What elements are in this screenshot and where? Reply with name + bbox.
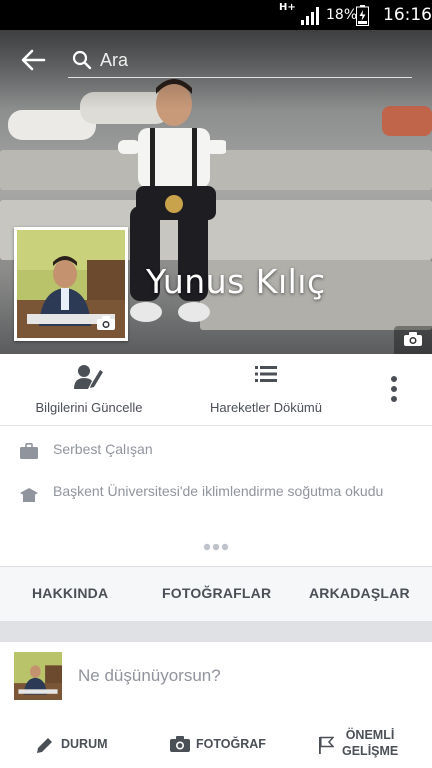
composer-actions: DURUM FOTOĞRAF ÖNEMLİ GELİŞME <box>0 722 432 768</box>
cover-camera-button[interactable] <box>394 326 432 354</box>
clock: 16:16 <box>383 5 432 25</box>
school-icon <box>20 488 38 502</box>
profile-name: Yunus Kılıç <box>146 262 326 301</box>
education-info: Başkent Üniversitesi'de iklimlendirme so… <box>0 482 432 522</box>
flag-icon <box>319 736 334 754</box>
more-horizontal-icon[interactable] <box>203 543 229 551</box>
tab-photos[interactable]: FOTOĞRAFLAR <box>162 585 271 601</box>
life-event-button[interactable]: ÖNEMLİ GELİŞME <box>318 722 418 768</box>
update-info-button[interactable]: Bilgilerini Güncelle <box>24 354 154 426</box>
cover-bg-seat <box>382 106 432 136</box>
battery-icon <box>356 5 369 26</box>
intro-section: Serbest Çalışan Başkent Üniversitesi'de … <box>0 426 432 566</box>
photo-label: FOTOĞRAF <box>196 737 266 751</box>
work-text: Serbest Çalışan <box>53 441 153 457</box>
pencil-icon <box>37 738 52 753</box>
briefcase-icon <box>20 443 38 459</box>
more-options-button[interactable] <box>380 354 410 426</box>
activity-log-button[interactable]: Hareketler Dökümü <box>196 354 336 426</box>
edit-profile-icon <box>74 365 103 389</box>
update-info-label: Bilgilerini Güncelle <box>35 400 143 415</box>
life-event-label: ÖNEMLİ GELİŞME <box>342 727 398 759</box>
status-button[interactable]: DURUM <box>36 722 116 768</box>
avatar <box>14 652 62 700</box>
section-divider <box>0 622 432 642</box>
profile-tabs: HAKKINDA FOTOĞRAFLAR ARKADAŞLAR <box>0 566 432 622</box>
battery-percent: 18% <box>326 7 358 23</box>
signal-icon <box>301 7 319 25</box>
network-indicator: H+ <box>279 2 296 13</box>
camera-icon <box>404 332 422 346</box>
more-vertical-icon <box>391 376 397 402</box>
photo-button[interactable]: FOTOĞRAF <box>170 722 270 768</box>
tab-about[interactable]: HAKKINDA <box>32 585 108 601</box>
work-info: Serbest Çalışan <box>0 440 432 464</box>
education-text: Başkent Üniversitesi'de iklimlendirme so… <box>53 483 384 499</box>
search-bar[interactable] <box>68 42 412 78</box>
status-bar: H+ 18% 16:16 <box>0 0 432 30</box>
composer-input[interactable]: Ne düşünüyorsun? <box>78 666 221 686</box>
activity-log-label: Hareketler Dökümü <box>210 400 322 415</box>
post-composer: Ne düşünüyorsun? DURUM FOTOĞRAF ÖNEMLİ G… <box>0 642 432 768</box>
avatar-image <box>14 652 62 700</box>
tab-friends[interactable]: ARKADAŞLAR <box>309 585 410 601</box>
status-label: DURUM <box>61 737 108 751</box>
camera-icon[interactable] <box>97 316 115 330</box>
list-icon <box>255 366 277 382</box>
arrow-left-icon[interactable] <box>20 47 46 73</box>
life-event-label-line2: GELİŞME <box>342 744 399 758</box>
life-event-label-line1: ÖNEMLİ <box>345 728 395 742</box>
search-input[interactable] <box>100 46 400 74</box>
camera-icon <box>170 736 190 752</box>
search-icon <box>72 50 92 70</box>
profile-actions: Bilgilerini Güncelle Hareketler Dökümü <box>0 354 432 426</box>
